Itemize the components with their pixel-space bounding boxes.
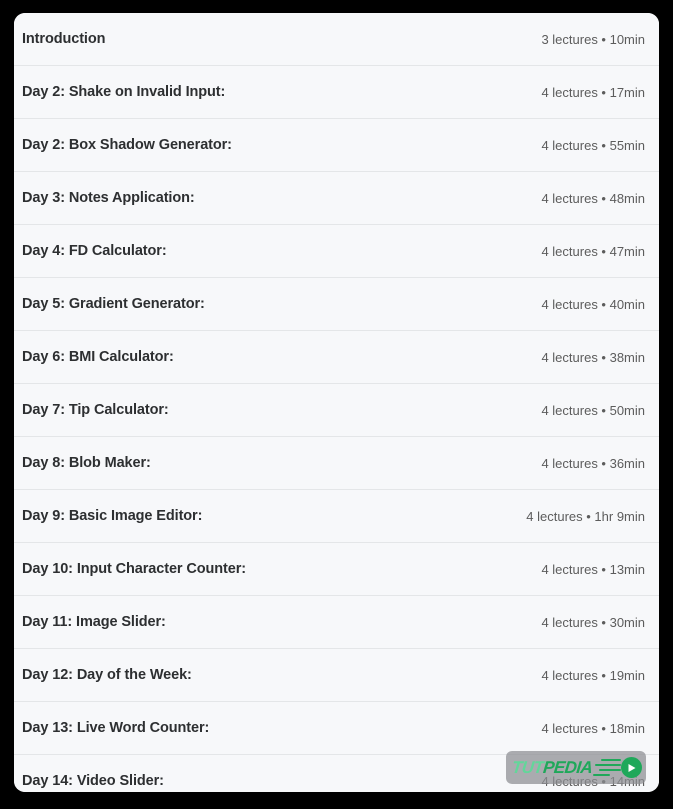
- section-meta: 4 lectures • 36min: [541, 455, 645, 471]
- screenshot-root: Introduction 3 lectures • 10min Day 2: Sha…: [0, 0, 673, 809]
- section-title: Day 2: Shake on Invalid Input:: [22, 83, 226, 100]
- curriculum-section-row[interactable]: Day 11: Image Slider: 4 lectures • 30min: [14, 596, 659, 649]
- section-meta: 4 lectures • 38min: [541, 349, 645, 365]
- curriculum-section-row[interactable]: Day 4: FD Calculator: 4 lectures • 47min: [14, 225, 659, 278]
- section-title: Day 5: Gradient Generator:: [22, 295, 205, 312]
- section-meta: 4 lectures • 19min: [541, 667, 645, 683]
- section-title: Day 14: Video Slider:: [22, 773, 164, 790]
- section-title: Day 12: Day of the Week:: [22, 666, 192, 683]
- section-meta: 4 lectures • 55min: [541, 137, 645, 153]
- section-title: Day 2: Box Shadow Generator:: [22, 136, 232, 153]
- section-title: Day 4: FD Calculator:: [22, 242, 167, 259]
- section-meta: 4 lectures • 47min: [541, 243, 645, 259]
- section-title: Day 9: Basic Image Editor:: [22, 507, 203, 524]
- curriculum-section-row[interactable]: Day 12: Day of the Week: 4 lectures • 19m…: [14, 649, 659, 702]
- watermark-text-tut: TUT: [511, 758, 545, 777]
- section-title: Day 3: Notes Application:: [22, 189, 195, 206]
- curriculum-section-row[interactable]: Day 10: Input Character Counter: 4 lectur…: [14, 543, 659, 596]
- section-meta: 4 lectures • 48min: [541, 190, 645, 206]
- watermark-wordmark: TUTPEDIA: [511, 758, 594, 777]
- section-title: Introduction: [22, 30, 106, 47]
- curriculum-section-row[interactable]: Introduction 3 lectures • 10min: [14, 13, 659, 66]
- curriculum-section-list: Introduction 3 lectures • 10min Day 2: Sha…: [14, 13, 659, 792]
- curriculum-section-row[interactable]: Day 6: BMI Calculator: 4 lectures • 38min: [14, 331, 659, 384]
- section-title: Day 11: Image Slider:: [22, 613, 166, 630]
- section-meta: 3 lectures • 10min: [541, 31, 645, 47]
- watermark-text-pedia: PEDIA: [542, 758, 594, 777]
- curriculum-section-row[interactable]: Day 5: Gradient Generator: 4 lectures • 4…: [14, 278, 659, 331]
- section-meta: 4 lectures • 50min: [541, 402, 645, 418]
- section-title: Day 10: Input Character Counter:: [22, 560, 247, 577]
- curriculum-section-row[interactable]: Day 9: Basic Image Editor: 4 lectures • 1…: [14, 490, 659, 543]
- curriculum-section-row[interactable]: Day 7: Tip Calculator: 4 lectures • 50min: [14, 384, 659, 437]
- section-title: Day 13: Live Word Counter:: [22, 719, 210, 736]
- tutpedia-watermark: TUTPEDIA: [506, 751, 646, 784]
- section-meta: 4 lectures • 18min: [541, 720, 645, 736]
- curriculum-section-row[interactable]: Day 2: Shake on Invalid Input: 4 lectures…: [14, 66, 659, 119]
- section-title: Day 6: BMI Calculator:: [22, 348, 174, 365]
- section-meta: 4 lectures • 1hr 9min: [526, 508, 645, 524]
- curriculum-section-row[interactable]: Day 3: Notes Application: 4 lectures • 48…: [14, 172, 659, 225]
- curriculum-section-row[interactable]: Day 13: Live Word Counter: 4 lectures • 1…: [14, 702, 659, 755]
- course-curriculum-card: Introduction 3 lectures • 10min Day 2: Sha…: [14, 13, 659, 792]
- section-meta: 4 lectures • 13min: [541, 561, 645, 577]
- section-title: Day 8: Blob Maker:: [22, 454, 151, 471]
- section-meta: 4 lectures • 17min: [541, 84, 645, 100]
- curriculum-section-row[interactable]: Day 8: Blob Maker: 4 lectures • 36min: [14, 437, 659, 490]
- speed-lines-icon: [593, 757, 623, 779]
- curriculum-section-row[interactable]: Day 2: Box Shadow Generator: 4 lectures •…: [14, 119, 659, 172]
- section-meta: 4 lectures • 40min: [541, 296, 645, 312]
- section-meta: 4 lectures • 30min: [541, 614, 645, 630]
- section-title: Day 7: Tip Calculator:: [22, 401, 169, 418]
- play-icon: [621, 757, 643, 778]
